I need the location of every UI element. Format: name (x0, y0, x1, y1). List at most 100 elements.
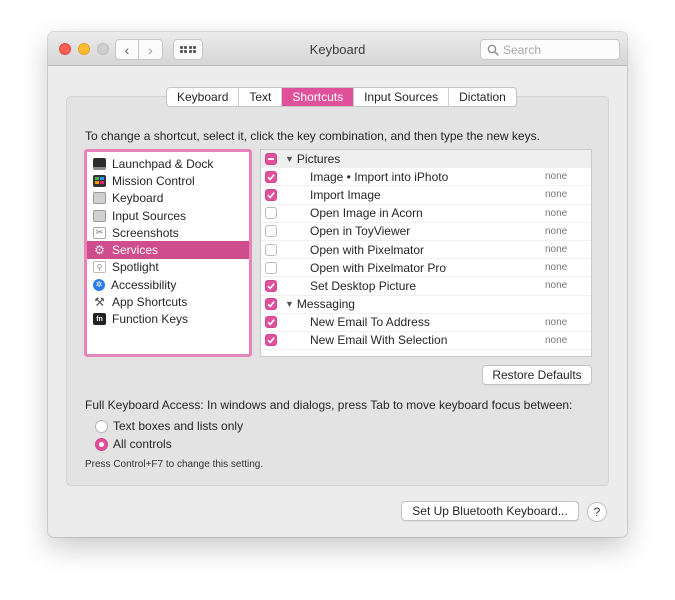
shortcut-row[interactable]: Open with Pixelmator none (261, 241, 591, 260)
category-label: Screenshots (112, 225, 179, 240)
checkbox[interactable] (265, 261, 277, 274)
checkmark-icon (267, 173, 275, 181)
shortcut-keys[interactable]: none (545, 335, 567, 346)
category-item-function-keys[interactable]: fn Function Keys (87, 311, 249, 328)
disclosure-triangle-icon[interactable]: ▼ (285, 299, 294, 309)
input-sources-icon (93, 209, 106, 222)
checkbox[interactable] (265, 170, 277, 183)
accessibility-icon: ✲ (93, 278, 105, 291)
shortcut-row[interactable]: Import Image none (261, 186, 591, 205)
category-item-accessibility[interactable]: ✲ Accessibility (87, 276, 249, 293)
help-button[interactable]: ? (587, 502, 607, 522)
full-keyboard-access-label: Full Keyboard Access: In windows and dia… (85, 398, 573, 412)
category-list[interactable]: Launchpad & Dock Mission Control Keyboar… (84, 149, 252, 357)
shortcut-keys[interactable]: none (545, 244, 567, 255)
checkbox[interactable] (265, 225, 277, 238)
checkbox[interactable] (265, 207, 277, 220)
disclosure-triangle-icon[interactable]: ▼ (285, 154, 294, 164)
mission-control-icon (93, 174, 106, 187)
keyboard-icon (93, 192, 106, 205)
tab-input-sources[interactable]: Input Sources (354, 88, 450, 106)
tab-bar: Keyboard Text Shortcuts Input Sources Di… (166, 87, 517, 107)
checkmark-icon (267, 192, 275, 199)
shortcut-keys[interactable]: none (545, 280, 567, 291)
category-item-app-shortcuts[interactable]: ⚒ App Shortcuts (87, 293, 249, 310)
shortcut-name: Import Image (310, 187, 381, 202)
question-mark-icon: ? (593, 505, 601, 519)
app-shortcuts-icon: ⚒ (94, 295, 105, 310)
checkmark-icon (267, 301, 275, 308)
shortcut-name: Open with Pixelmator (310, 242, 425, 257)
mixed-checkbox[interactable] (265, 152, 277, 165)
shortcut-keys[interactable]: none (545, 317, 567, 328)
spotlight-icon: ⚲ (93, 261, 106, 274)
checkbox[interactable] (265, 316, 277, 329)
shortcut-row[interactable]: New Email With Selection none (261, 332, 591, 351)
shortcut-name: New Email With Selection (310, 333, 448, 348)
tab-shortcuts[interactable]: Shortcuts (282, 88, 355, 106)
search-input[interactable] (503, 42, 613, 57)
shortcut-keys[interactable]: none (545, 208, 567, 219)
shortcut-row[interactable]: Set Desktop Picture none (261, 277, 591, 296)
launchpad-icon (93, 157, 106, 170)
group-label: Pictures (296, 151, 341, 166)
tab-dictation[interactable]: Dictation (449, 88, 516, 106)
checkbox[interactable] (265, 243, 277, 256)
radio-label: Text boxes and lists only (113, 419, 244, 433)
checkbox[interactable] (265, 188, 277, 201)
shortcut-group-row[interactable]: ▼ Messaging (261, 296, 591, 314)
shortcut-table[interactable]: ▼ Pictures Image • Import into iPhoto non… (260, 149, 592, 357)
checkbox[interactable] (265, 298, 277, 311)
group-name: ▼ Messaging (285, 297, 355, 311)
shortcut-keys[interactable]: none (545, 171, 567, 182)
group-label: Messaging (296, 297, 355, 312)
category-item-mission-control[interactable]: Mission Control (87, 172, 249, 189)
radio-all-controls[interactable]: All controls (95, 437, 172, 451)
tab-keyboard[interactable]: Keyboard (167, 88, 240, 106)
shortcut-keys[interactable]: none (545, 226, 567, 237)
screenshot-icon: ✂ (93, 226, 106, 239)
shortcut-group-row[interactable]: ▼ Pictures (261, 150, 591, 169)
category-item-screenshots[interactable]: ✂ Screenshots (87, 224, 249, 241)
shortcut-keys[interactable]: none (545, 189, 567, 200)
category-item-keyboard[interactable]: Keyboard (87, 190, 249, 207)
minus-icon (268, 157, 274, 160)
group-name: ▼ Pictures (285, 152, 340, 166)
shortcut-row[interactable]: New Email To Address none (261, 314, 591, 332)
category-item-services[interactable]: ⚙ Services (87, 241, 249, 259)
category-label: App Shortcuts (112, 295, 188, 310)
shortcut-row[interactable]: Open in ToyViewer none (261, 223, 591, 241)
category-item-spotlight[interactable]: ⚲ Spotlight (87, 259, 249, 276)
checkbox[interactable] (265, 334, 277, 347)
category-item-launchpad[interactable]: Launchpad & Dock (87, 155, 249, 172)
setup-bluetooth-keyboard-button[interactable]: Set Up Bluetooth Keyboard... (401, 501, 579, 521)
shortcut-name: New Email To Address (310, 315, 430, 330)
shortcut-name: Open Image in Acorn (310, 206, 423, 221)
checkmark-icon (267, 319, 275, 326)
title-bar: ‹ › Keyboard (48, 32, 627, 66)
keyboard-access-hint: Press Control+F7 to change this setting. (85, 459, 264, 470)
category-label: Services (112, 243, 159, 258)
radio-label: All controls (113, 437, 172, 451)
instruction-text: To change a shortcut, select it, click t… (85, 129, 540, 143)
shortcut-row[interactable]: Open with Pixelmator Pro none (261, 259, 591, 278)
shortcut-name: Image • Import into iPhoto (310, 169, 449, 184)
tab-text[interactable]: Text (239, 88, 283, 106)
radio-button[interactable] (95, 419, 108, 433)
category-label: Input Sources (112, 208, 187, 223)
radio-text-boxes[interactable]: Text boxes and lists only (95, 419, 243, 433)
shortcut-row[interactable]: Image • Import into iPhoto none (261, 168, 591, 187)
category-label: Keyboard (112, 191, 164, 206)
restore-defaults-button[interactable]: Restore Defaults (482, 365, 592, 385)
gear-icon: ⚙ (94, 243, 105, 258)
category-label: Spotlight (112, 260, 159, 275)
category-label: Launchpad & Dock (112, 156, 214, 171)
shortcut-keys[interactable]: none (545, 262, 567, 273)
search-icon (487, 44, 499, 56)
radio-button[interactable] (95, 437, 108, 451)
category-item-input-sources[interactable]: Input Sources (87, 207, 249, 224)
category-label: Function Keys (112, 312, 189, 327)
shortcut-row[interactable]: Open Image in Acorn none (261, 205, 591, 223)
checkbox[interactable] (265, 279, 277, 292)
search-field[interactable] (480, 39, 620, 60)
